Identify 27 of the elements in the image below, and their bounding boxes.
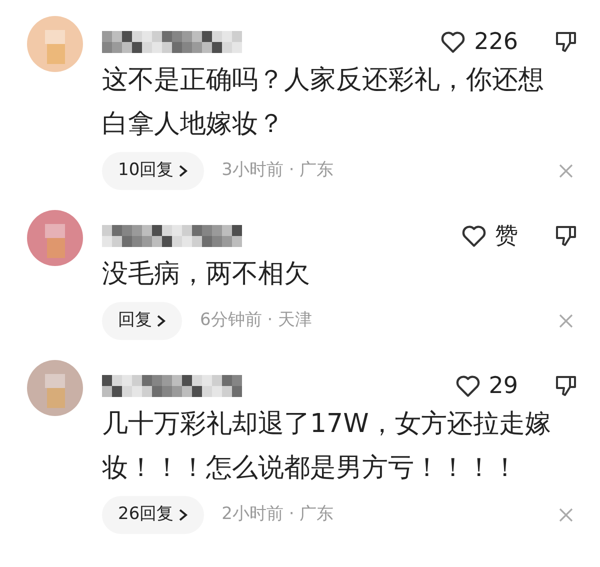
dislike-button[interactable] [554, 30, 578, 54]
comment-meta: 3小时前 · 广东 [222, 159, 334, 182]
comment-text: 这不是正确吗？人家反还彩礼，你还想白拿人地嫁妆？ [102, 64, 545, 141]
thumbs-down-icon [554, 30, 578, 54]
dislike-button[interactable] [554, 374, 578, 398]
like-button[interactable]: 赞 [461, 218, 518, 254]
replies-button[interactable]: 回复 [102, 302, 182, 340]
like-button[interactable]: 226 [440, 24, 518, 60]
close-icon [558, 313, 574, 329]
heart-icon [440, 30, 466, 54]
chevron-right-icon [178, 508, 188, 522]
comment-meta: 2小时前 · 广东 [222, 503, 334, 526]
chevron-right-icon [178, 164, 188, 178]
thumbs-down-icon [554, 374, 578, 398]
heart-icon [461, 224, 487, 248]
comment-meta: 6分钟前 · 天津 [200, 309, 312, 332]
thumbs-down-icon [554, 224, 578, 248]
chevron-right-icon [156, 314, 166, 328]
dislike-button[interactable] [554, 224, 578, 248]
close-icon [558, 507, 574, 523]
replies-button[interactable]: 10回复 [102, 152, 204, 190]
comment-text: 几十万彩礼却退了17W，女方还拉走嫁妆！！！怎么说都是男方亏！！！！ [102, 408, 552, 485]
like-button[interactable]: 29 [454, 368, 518, 404]
close-icon [558, 163, 574, 179]
replies-button[interactable]: 26回复 [102, 496, 204, 534]
heart-icon [454, 374, 481, 398]
comment-text: 没毛病，两不相欠 [102, 258, 311, 291]
